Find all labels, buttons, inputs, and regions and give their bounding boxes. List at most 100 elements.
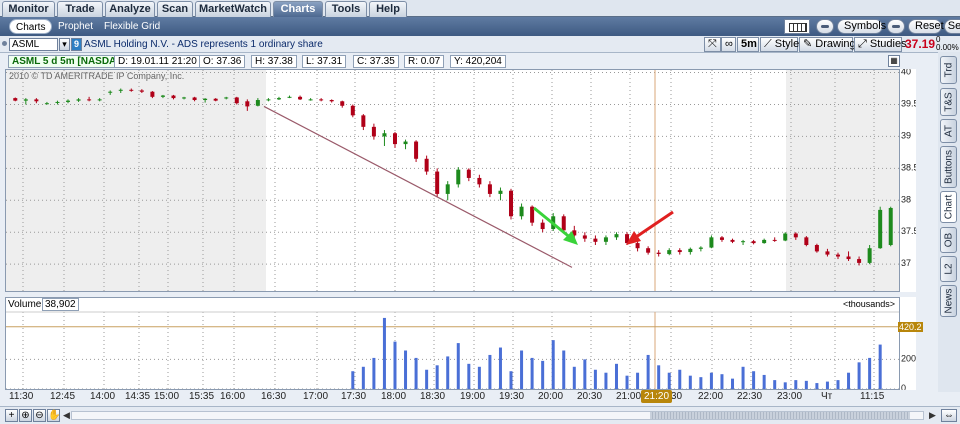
volume-bar [731,378,735,389]
link-number-badge[interactable]: 9 [71,38,82,51]
time-tick-label: 19:30 [499,391,525,402]
set-button[interactable]: Set [944,19,960,34]
price-chart-panel[interactable]: 2010 © TD AMERITRADE IP Company, Inc. [5,69,900,292]
side-tab-l2[interactable]: L2 [940,256,957,282]
side-tab-at[interactable]: AT [940,119,957,143]
time-tick-label: 14:35 [125,391,151,402]
time-tick-label: 16:30 [261,391,287,402]
volume-bar [530,357,534,389]
time-tick-label: 11:30 [9,391,34,402]
subtab-flexible-grid[interactable]: Flexible Grid [104,19,160,34]
zoom-out-icon[interactable]: ⊖ [33,409,46,422]
volume-bar [699,377,703,389]
zoom-in-icon[interactable]: ⊕ [19,409,32,422]
minus-circle-icon-2[interactable] [887,19,905,34]
side-tab-chart-label: Chart [943,194,954,220]
expand-icon[interactable]: ⇔ [941,409,957,422]
volume-bar [847,372,851,389]
side-tab-ob[interactable]: OB [940,227,957,253]
aggregation-button[interactable]: 5m [737,37,759,52]
side-tab-ts[interactable]: T&S [940,88,957,116]
studies-button[interactable]: ⤢ Studies [854,37,907,52]
time-tick-label: 17:30 [341,391,367,402]
zoom-fit-icon[interactable]: + [5,409,18,422]
candle-body [466,169,471,178]
scrollbar-thumb[interactable] [650,412,910,419]
link-tool-icon[interactable]: ∞ [721,37,736,52]
tab-help[interactable]: Help [369,1,407,17]
tab-scan[interactable]: Scan [157,1,193,17]
candle-body [97,99,102,101]
candle-body [118,89,123,91]
drawings-button[interactable]: ✎ Drawings [799,37,861,52]
volume-bar [636,372,640,389]
volume-label: Volume [8,299,42,310]
volume-bar [562,350,566,389]
candle-body [287,96,292,98]
tab-charts[interactable]: Charts [273,1,323,17]
side-tab-bar: Trd T&S AT Buttons Chart OB L2 News [938,52,960,392]
candle-body [878,209,883,249]
tab-marketwatch[interactable]: MarketWatch [195,1,271,17]
price-chart-svg[interactable]: 2010 © TD AMERITRADE IP Company, Inc. [6,70,899,291]
time-tick-label: 22:00 [698,391,724,402]
symbols-button[interactable]: Symbols [837,19,886,34]
side-tab-chart[interactable]: Chart [940,191,957,223]
candle-body [730,239,735,242]
tab-analyze[interactable]: Analyze [105,1,155,17]
chart-settings-icon[interactable]: ▦ [888,55,900,67]
subtab-charts[interactable]: Charts [9,19,53,34]
volume-axis[interactable]: 200 0 420.2 [898,297,923,393]
hand-pan-icon[interactable]: ✋ [47,409,60,422]
side-tab-news[interactable]: News [940,285,957,317]
candle-body [603,237,608,242]
time-axis[interactable]: 11:30 12:45 14:00 14:35 15:00 15:35 16:00 16:30… [5,390,900,404]
scroll-right-icon[interactable]: ▶ [929,410,936,421]
copyright-watermark: 2010 © TD AMERITRADE IP Company, Inc. [9,71,184,81]
bar-close: C: 37.35 [353,55,399,68]
candle-body [424,158,429,172]
volume-bar [836,380,840,389]
chart-symbol-label[interactable]: ASML 5 d 5m [NASDAQ] [8,55,132,68]
side-tab-buttons[interactable]: Buttons [940,146,957,188]
reset-button[interactable]: Reset [908,19,944,34]
grid-layout-icon[interactable] [784,19,810,34]
candle-body [498,190,503,194]
tab-tools[interactable]: Tools [325,1,367,17]
candle-body [160,95,165,97]
price-tick-label: 37.5 [901,226,916,236]
candle-body [519,206,524,217]
symbol-input[interactable]: ASML [9,38,58,51]
red-arrow-annotation [626,210,674,245]
symbol-dropdown-icon[interactable]: ▾ [59,38,70,51]
style-button[interactable]: ⟋ Style [760,37,799,52]
candle-body [719,237,724,240]
tab-trade[interactable]: Trade [57,1,103,17]
time-cursor-label: 21:20 [641,390,673,403]
volume-panel[interactable]: Volume 38,902 <thousands> [5,297,900,390]
volume-bar [657,365,661,389]
volume-bar [604,372,608,389]
candle-body [66,100,71,102]
scroll-left-icon[interactable]: ◀ [63,410,70,421]
time-tick-label: 21:00 [616,391,642,402]
time-scrollbar[interactable] [71,411,924,420]
trendline[interactable] [263,105,573,268]
volume-bar [509,371,513,389]
volume-chart-svg[interactable] [6,298,899,390]
candle-body [593,238,598,242]
time-tick-label: 15:00 [154,391,180,402]
volume-units: <thousands> [842,299,895,309]
tab-monitor[interactable]: Monitor [2,1,55,17]
minus-circle-icon[interactable] [816,19,834,34]
subtab-prophet[interactable]: Prophet [58,19,93,34]
volume-bar [467,363,471,389]
side-tab-at-label: AT [943,124,954,138]
cursor-tool-icon[interactable]: ⤧ [704,37,721,52]
price-axis[interactable]: 40 39.5 39 38.5 38 37.5 37 [900,67,919,292]
candle-body [371,126,376,137]
candle-body [203,98,208,101]
candle-body [540,222,545,230]
side-tab-trd[interactable]: Trd [940,56,957,84]
bar-low: L: 37.31 [302,55,347,68]
